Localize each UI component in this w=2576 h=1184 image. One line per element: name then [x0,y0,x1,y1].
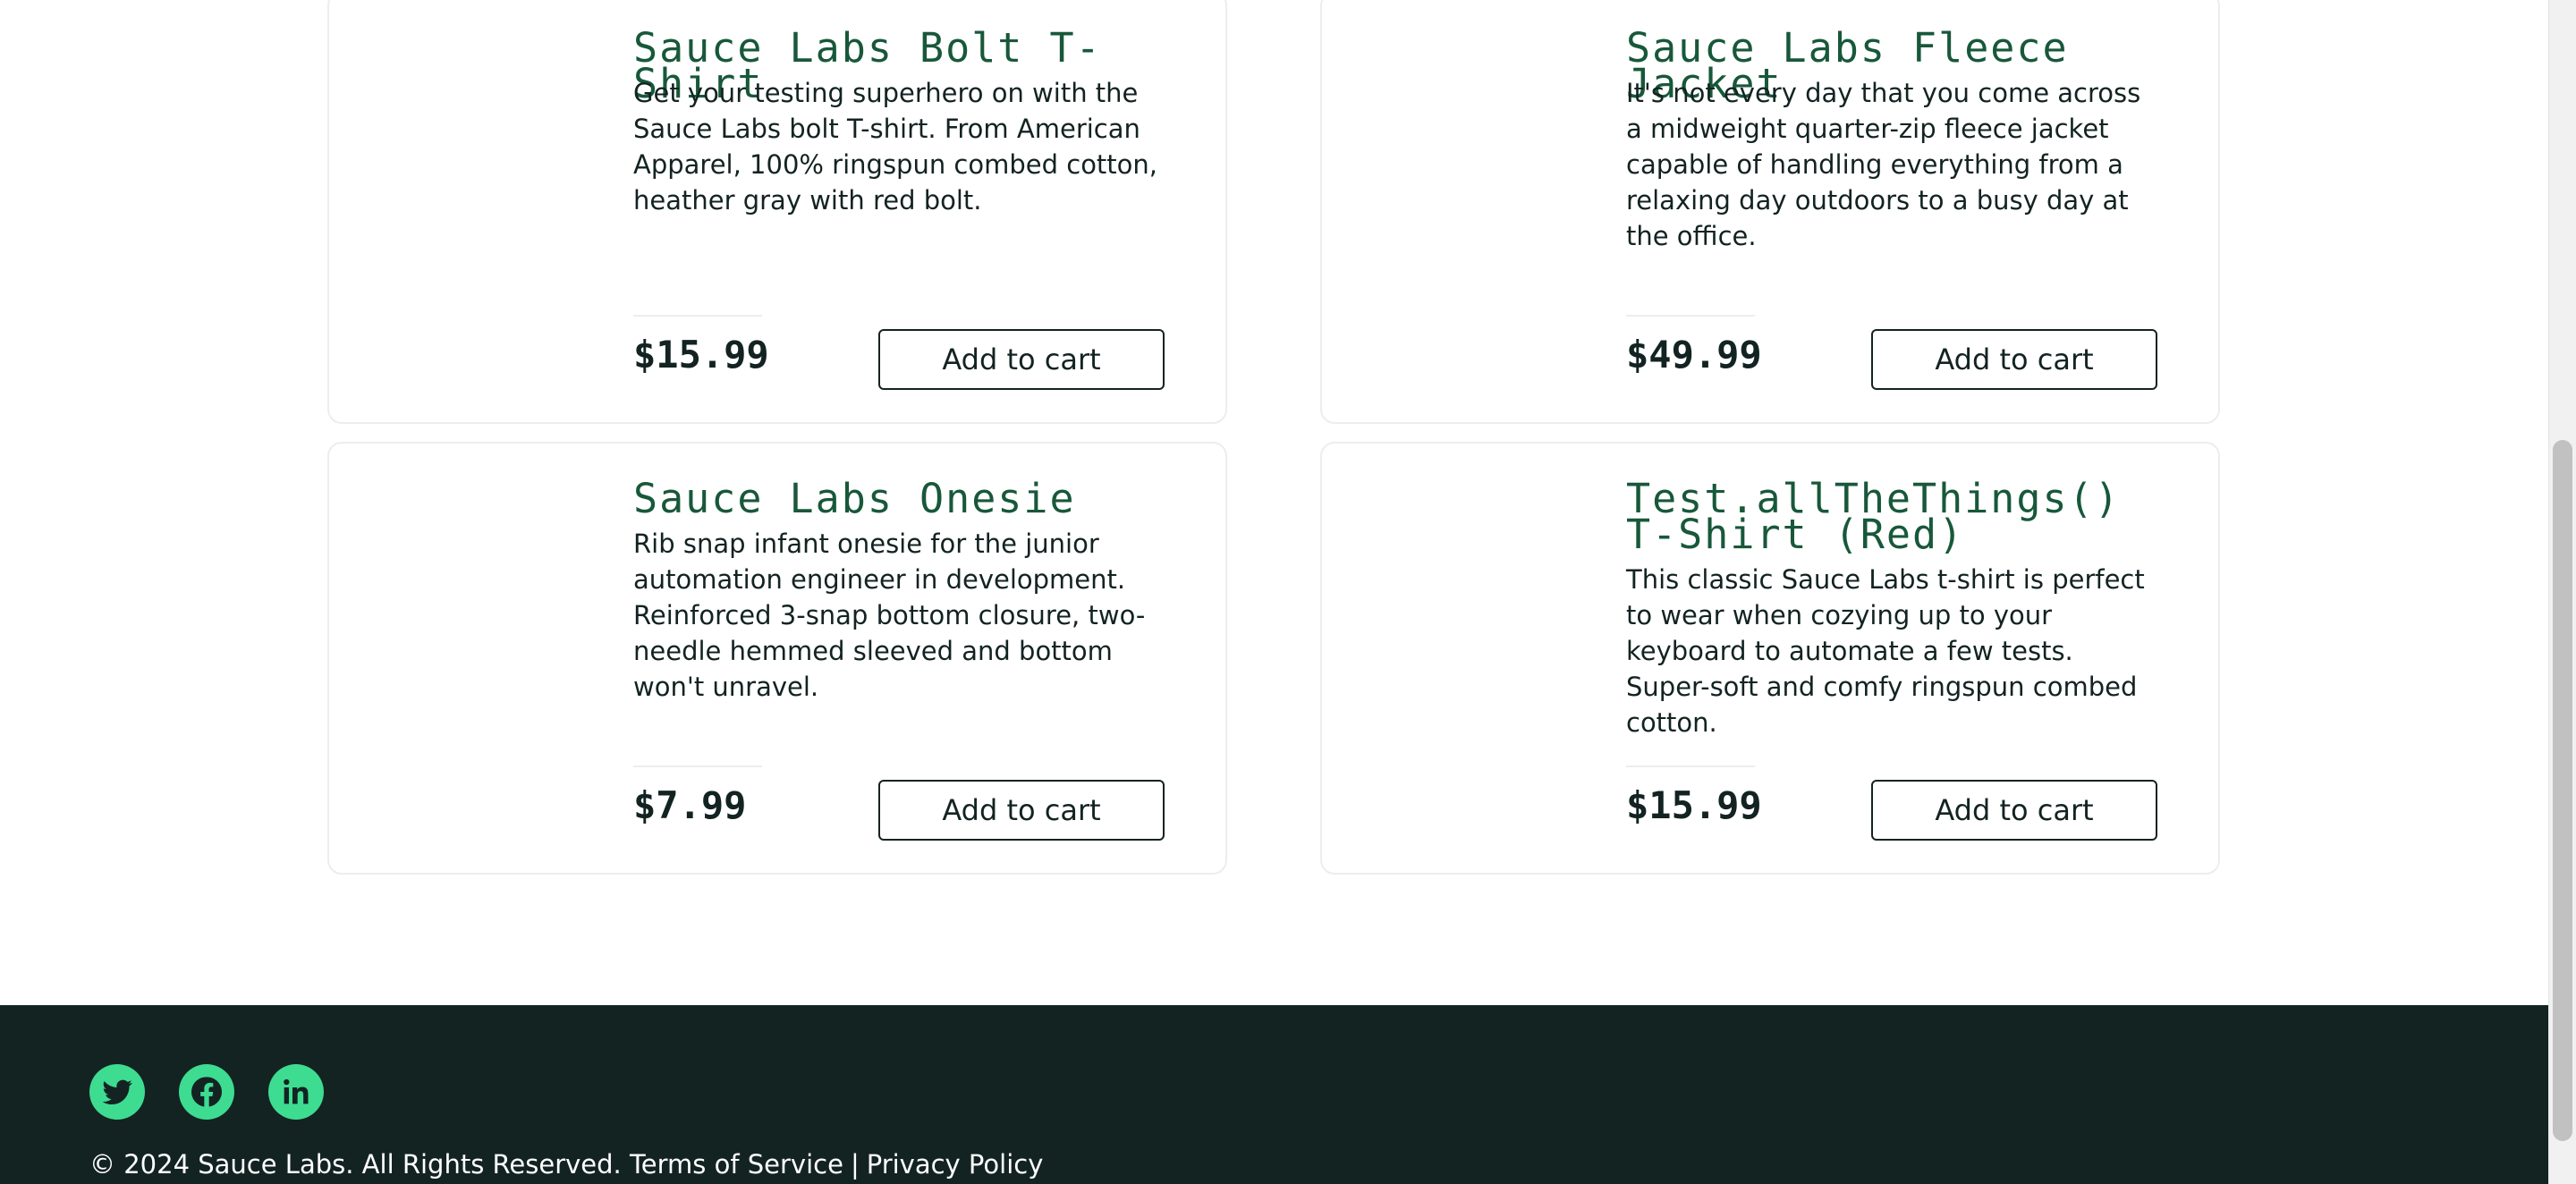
item-description: Get your testing superhero on with the S… [633,78,1158,216]
add-to-cart-button[interactable]: Add to cart [1871,329,2157,390]
item-description: This classic Sauce Labs t-shirt is perfe… [1626,564,2145,738]
scrollbar-thumb[interactable] [2553,440,2572,1141]
linkedin-icon [284,1078,309,1104]
footer: © 2024 Sauce Labs. All Rights Reserved. … [0,1005,2549,1184]
terms-of-service-link[interactable]: Terms of Service [630,1149,843,1180]
price-bar: $15.99 [633,315,769,376]
inventory-item-details: Sauce Labs Bolt T-Shirt Get your testing… [633,0,1165,422]
add-to-cart-button[interactable]: Add to cart [878,780,1165,841]
page-scrollbar[interactable] [2548,0,2576,1184]
inventory-item-details: Test.allTheThings() T-Shirt (Red) This c… [1626,444,2157,873]
item-price: $7.99 [633,783,747,827]
price-bar: $49.99 [1626,315,1762,376]
twitter-icon [102,1079,132,1104]
twitter-link[interactable] [89,1064,145,1120]
footer-copyright: © 2024 Sauce Labs. All Rights Reserved. … [89,1146,1043,1182]
copyright-text: © 2024 Sauce Labs. All Rights Reserved. [89,1149,622,1180]
privacy-policy-link[interactable]: Privacy Policy [867,1149,1044,1180]
item-price: $15.99 [1626,783,1762,827]
price-bar: $7.99 [633,765,762,827]
footer-separator: | [850,1149,860,1180]
inventory-item: Sauce Labs Bolt T-Shirt Get your testing… [327,0,1227,424]
inventory-item-details: Sauce Labs Fleece Jacket It's not every … [1626,0,2157,422]
facebook-icon [191,1077,223,1107]
add-to-cart-button[interactable]: Add to cart [878,329,1165,390]
price-bar: $15.99 [1626,765,1762,827]
item-price: $15.99 [633,333,769,376]
linkedin-link[interactable] [268,1064,324,1120]
item-name-link[interactable]: Sauce Labs Onesie [633,478,1134,519]
item-name-link[interactable]: Test.allTheThings() T-Shirt (Red) [1626,478,2127,554]
inventory-item: Test.allTheThings() T-Shirt (Red) This c… [1320,442,2220,875]
facebook-link[interactable] [179,1064,234,1120]
item-description: It's not every day that you come across … [1626,78,2141,251]
page: Sauce Labs Bolt T-Shirt Get your testing… [0,0,2576,1184]
inventory-item-details: Sauce Labs Onesie Rib snap infant onesie… [633,444,1165,873]
item-description: Rib snap infant onesie for the junior au… [633,529,1146,702]
inventory-item: Sauce Labs Onesie Rib snap infant onesie… [327,442,1227,875]
item-price: $49.99 [1626,333,1762,376]
add-to-cart-button[interactable]: Add to cart [1871,780,2157,841]
inventory-item: Sauce Labs Fleece Jacket It's not every … [1320,0,2220,424]
